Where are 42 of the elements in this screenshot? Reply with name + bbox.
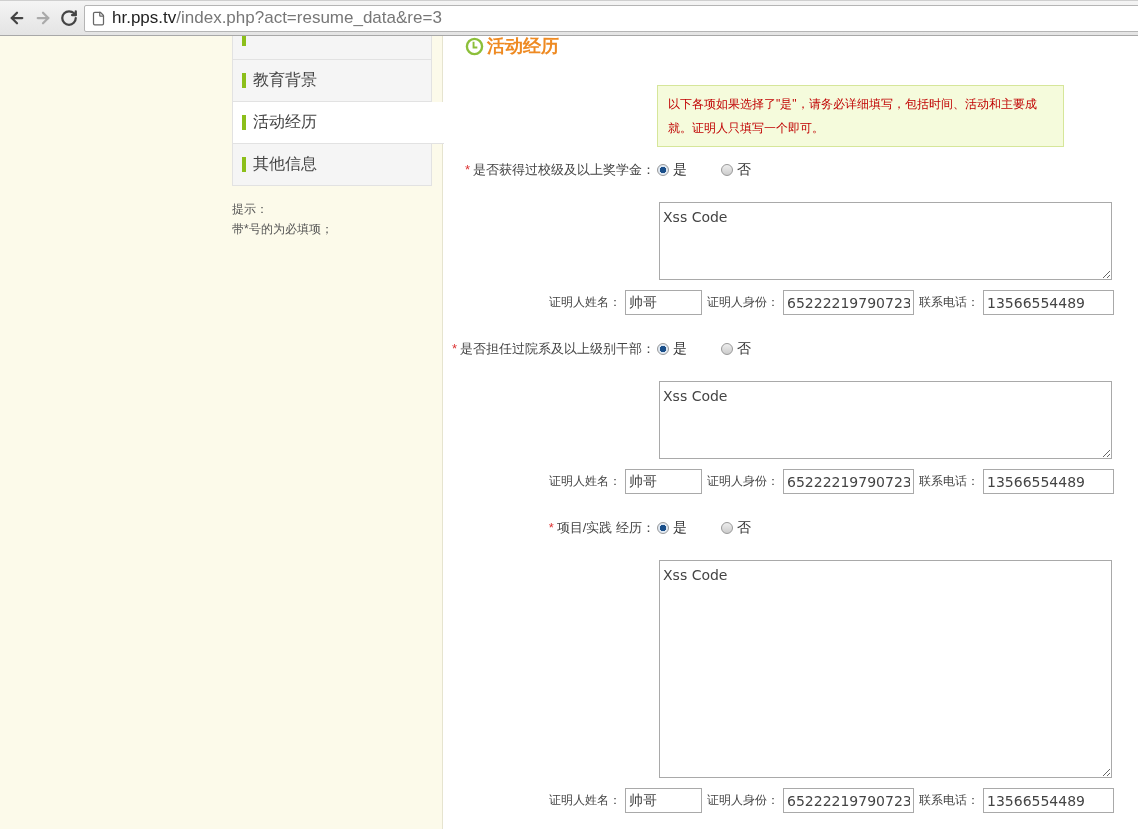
question-label: * 是否担任过院系及以上级别干部： <box>451 340 656 358</box>
field-label: 证明人姓名： <box>549 294 621 311</box>
input-field[interactable]: 13566554489 <box>983 469 1114 494</box>
input-field[interactable]: 帅哥 <box>625 469 702 494</box>
radio-option[interactable]: 否 <box>721 340 751 358</box>
input-field[interactable]: 65222219790723 <box>783 469 914 494</box>
clock-icon <box>465 36 484 56</box>
sidebar-item[interactable]: 其他信息 <box>232 144 432 186</box>
section-title: 活动经历 <box>487 36 559 58</box>
hint-text: 带*号的为必填项； <box>232 221 334 238</box>
answer-box[interactable]: Xss Code <box>659 202 1112 280</box>
radio-option[interactable]: 否 <box>721 161 751 179</box>
field-label: 证明人身份： <box>707 792 779 809</box>
field-label: 证明人姓名： <box>549 792 621 809</box>
field-label: 证明人姓名： <box>549 473 621 490</box>
answer-box[interactable]: Xss Code <box>659 560 1112 778</box>
field-label: 联系电话： <box>919 473 979 490</box>
field-label: 联系电话： <box>919 792 979 809</box>
url-text: hr.pps.tv/index.php?act=resume_data&re=3 <box>112 8 442 28</box>
input-field[interactable]: 65222219790723 <box>783 290 914 315</box>
sidebar-item[interactable]: 活动经历 <box>232 102 444 144</box>
input-field[interactable]: 13566554489 <box>983 290 1114 315</box>
answer-box[interactable]: Xss Code <box>659 381 1112 459</box>
hint-title: 提示： <box>232 201 269 218</box>
input-field[interactable]: 帅哥 <box>625 788 702 813</box>
radio-option[interactable]: 否 <box>721 519 751 537</box>
input-field[interactable]: 13566554489 <box>983 788 1114 813</box>
question-label: * 是否获得过校级及以上奖学金： <box>464 161 656 179</box>
radio-option[interactable]: 是 <box>657 340 687 358</box>
address-bar[interactable]: hr.pps.tv/index.php?act=resume_data&re=3 <box>84 4 1138 32</box>
input-field[interactable]: 帅哥 <box>625 290 702 315</box>
field-label: 证明人身份： <box>707 294 779 311</box>
field-label: 联系电话： <box>919 294 979 311</box>
radio-option[interactable]: 是 <box>657 161 687 179</box>
radio-option[interactable]: 是 <box>657 519 687 537</box>
notice-text: 以下各项如果选择了"是"，请务必详细填写，包括时间、活动和主要成就。证明人只填写一个即可。 <box>657 85 1064 147</box>
page-icon <box>91 10 106 26</box>
reload-icon[interactable] <box>58 7 80 29</box>
sidebar-item[interactable]: 教育背景 <box>232 60 432 102</box>
question-label: * 项目/实践 经历： <box>548 519 656 537</box>
field-label: 证明人身份： <box>707 473 779 490</box>
input-field[interactable]: 65222219790723 <box>783 788 914 813</box>
